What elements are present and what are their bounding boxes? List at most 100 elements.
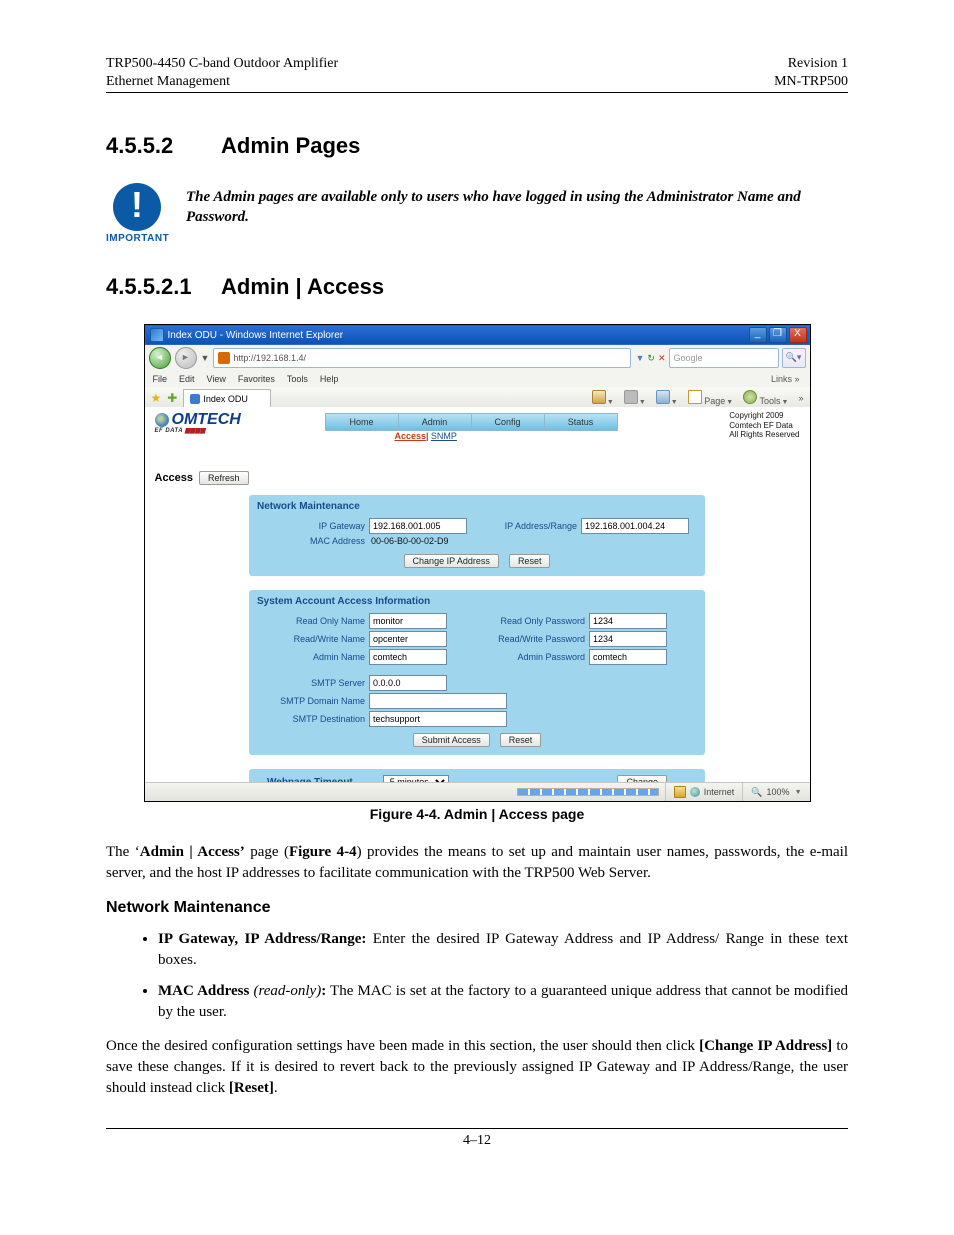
ie-home-icon[interactable] bbox=[592, 390, 606, 404]
panel-title: Network Maintenance bbox=[257, 501, 697, 512]
smtp-dest-input[interactable] bbox=[369, 711, 507, 727]
ie-chevrons-icon[interactable]: » bbox=[798, 393, 803, 403]
copyright-block: Copyright 2009 Comtech EF Data All Right… bbox=[729, 411, 799, 440]
globe-icon bbox=[155, 413, 169, 427]
subnav-snmp[interactable]: SNMP bbox=[431, 431, 457, 441]
window-maximize-button[interactable]: ❐ bbox=[769, 327, 787, 343]
mac-address-label: MAC Address bbox=[257, 536, 369, 546]
window-title: Index ODU - Windows Internet Explorer bbox=[168, 330, 344, 341]
window-minimize-button[interactable]: _ bbox=[749, 327, 767, 343]
ip-gateway-input[interactable] bbox=[369, 518, 467, 534]
search-go-button[interactable]: 🔍▾ bbox=[782, 348, 806, 368]
refresh-icon[interactable]: ↻ bbox=[647, 353, 655, 364]
chevron-down-icon[interactable]: ▼ bbox=[795, 789, 802, 796]
rw-pw-label: Read/Write Password bbox=[477, 634, 589, 644]
nav-status[interactable]: Status bbox=[545, 413, 618, 431]
status-zone[interactable]: Internet bbox=[665, 783, 743, 801]
list-item: MAC Address (read-only): The MAC is set … bbox=[158, 981, 848, 1022]
status-zoom-label: 100% bbox=[767, 787, 790, 797]
page-icon bbox=[688, 390, 702, 404]
window-titlebar[interactable]: Index ODU - Windows Internet Explorer _ … bbox=[145, 325, 810, 345]
page-refresh-button[interactable]: Refresh bbox=[199, 471, 249, 485]
browser-address-row: ◄ ► ▼ http://192.168.1.4/ ▼ ↻ ✕ Google 🔍… bbox=[145, 345, 810, 371]
menu-file[interactable]: File bbox=[153, 374, 168, 384]
rw-pw-input[interactable] bbox=[589, 631, 667, 647]
figure-caption: Figure 4-4. Admin | Access page bbox=[106, 806, 848, 822]
body-paragraph: Once the desired configuration settings … bbox=[106, 1036, 848, 1098]
sub-nav: Access| SNMP bbox=[395, 431, 457, 441]
status-zoom[interactable]: 🔍 100% ▼ bbox=[742, 783, 809, 801]
nav-admin[interactable]: Admin bbox=[399, 413, 472, 431]
menu-edit[interactable]: Edit bbox=[179, 374, 195, 384]
ro-name-input[interactable] bbox=[369, 613, 447, 629]
menu-tools[interactable]: Tools bbox=[287, 374, 308, 384]
subnav-sep: | bbox=[426, 431, 428, 441]
reset-ip-button[interactable]: Reset bbox=[509, 554, 551, 568]
admin-pw-input[interactable] bbox=[589, 649, 667, 665]
smtp-domain-input[interactable] bbox=[369, 693, 507, 709]
ro-pw-input[interactable] bbox=[589, 613, 667, 629]
address-favicon-icon bbox=[218, 352, 230, 364]
globe-icon bbox=[690, 787, 700, 797]
important-text: The Admin pages are available only to us… bbox=[186, 183, 848, 228]
ip-range-input[interactable] bbox=[581, 518, 689, 534]
figure-screenshot: Index ODU - Windows Internet Explorer _ … bbox=[144, 324, 811, 802]
header-rule bbox=[106, 92, 848, 93]
rw-name-label: Read/Write Name bbox=[257, 634, 369, 644]
main-nav: Home Admin Config Status bbox=[325, 413, 618, 431]
nav-home[interactable]: Home bbox=[325, 413, 399, 431]
ie-feeds-icon[interactable] bbox=[624, 390, 638, 404]
chevron-down-icon[interactable]: ▼ bbox=[639, 399, 646, 406]
header-right-top: Revision 1 bbox=[774, 55, 848, 73]
nav-forward-button[interactable]: ► bbox=[175, 347, 197, 369]
subsection-heading: 4.5.5.2.1Admin | Access bbox=[106, 274, 848, 300]
links-label[interactable]: Links » bbox=[771, 374, 800, 384]
network-maintenance-panel: Network Maintenance IP Gateway MAC Addre… bbox=[249, 495, 705, 576]
ip-range-label: IP Address/Range bbox=[477, 521, 581, 531]
ie-page-menu[interactable]: Page▼ bbox=[688, 390, 733, 406]
nav-back-button[interactable]: ◄ bbox=[149, 347, 171, 369]
search-box[interactable]: Google bbox=[669, 348, 779, 368]
nav-config[interactable]: Config bbox=[472, 413, 545, 431]
subsection-number: 4.5.5.2.1 bbox=[106, 274, 221, 300]
address-url: http://192.168.1.4/ bbox=[233, 353, 306, 363]
window-close-button[interactable]: X bbox=[789, 327, 807, 343]
address-bar[interactable]: http://192.168.1.4/ bbox=[213, 348, 631, 368]
tab-favicon-icon bbox=[190, 394, 200, 404]
admin-pw-label: Admin Password bbox=[477, 652, 589, 662]
menu-view[interactable]: View bbox=[207, 374, 226, 384]
important-icon: ! IMPORTANT bbox=[106, 183, 168, 244]
favorites-star-icon[interactable]: ★ bbox=[151, 391, 162, 405]
smtp-server-label: SMTP Server bbox=[257, 678, 369, 688]
status-zone-label: Internet bbox=[704, 787, 735, 797]
list-item: IP Gateway, IP Address/Range: Enter the … bbox=[158, 929, 848, 970]
rw-name-input[interactable] bbox=[369, 631, 447, 647]
stop-icon[interactable]: ✕ bbox=[658, 353, 666, 364]
header-right-bottom: MN-TRP500 bbox=[774, 73, 848, 91]
section-heading: 4.5.5.2Admin Pages bbox=[106, 133, 848, 159]
admin-name-label: Admin Name bbox=[257, 652, 369, 662]
reset-access-button[interactable]: Reset bbox=[500, 733, 542, 747]
add-favorite-icon[interactable]: ✚ bbox=[167, 391, 177, 405]
subnav-access[interactable]: Access bbox=[395, 431, 427, 441]
ie-print-icon[interactable] bbox=[656, 390, 670, 404]
chevron-down-icon[interactable]: ▼ bbox=[671, 399, 678, 406]
ip-gateway-label: IP Gateway bbox=[257, 521, 369, 531]
system-account-panel: System Account Access Information Read O… bbox=[249, 590, 705, 755]
address-dropdown-icon[interactable]: ▼ bbox=[635, 353, 644, 363]
submit-access-button[interactable]: Submit Access bbox=[413, 733, 490, 747]
change-ip-button[interactable]: Change IP Address bbox=[404, 554, 499, 568]
nav-history-dropdown[interactable]: ▼ bbox=[201, 353, 210, 363]
smtp-server-input[interactable] bbox=[369, 675, 447, 691]
ie-tools-menu[interactable]: Tools▼ bbox=[743, 390, 788, 406]
menu-favorites[interactable]: Favorites bbox=[238, 374, 275, 384]
ie-right-toolbar: ▼ ▼ ▼ Page▼ Tools▼ » bbox=[592, 390, 804, 406]
mac-address-value: 00-06-B0-00-02-D9 bbox=[369, 536, 449, 546]
webpage-timeout-panel: Webpage Timeout 5 minutes Change bbox=[249, 769, 705, 783]
page-content: OMTECH EF DATA ▆▆▆▆ Home Admin Config St… bbox=[145, 407, 810, 783]
admin-name-input[interactable] bbox=[369, 649, 447, 665]
section-number: 4.5.5.2 bbox=[106, 133, 221, 159]
chevron-down-icon[interactable]: ▼ bbox=[607, 399, 614, 406]
menu-help[interactable]: Help bbox=[320, 374, 339, 384]
browser-tab[interactable]: Index ODU bbox=[183, 389, 271, 408]
